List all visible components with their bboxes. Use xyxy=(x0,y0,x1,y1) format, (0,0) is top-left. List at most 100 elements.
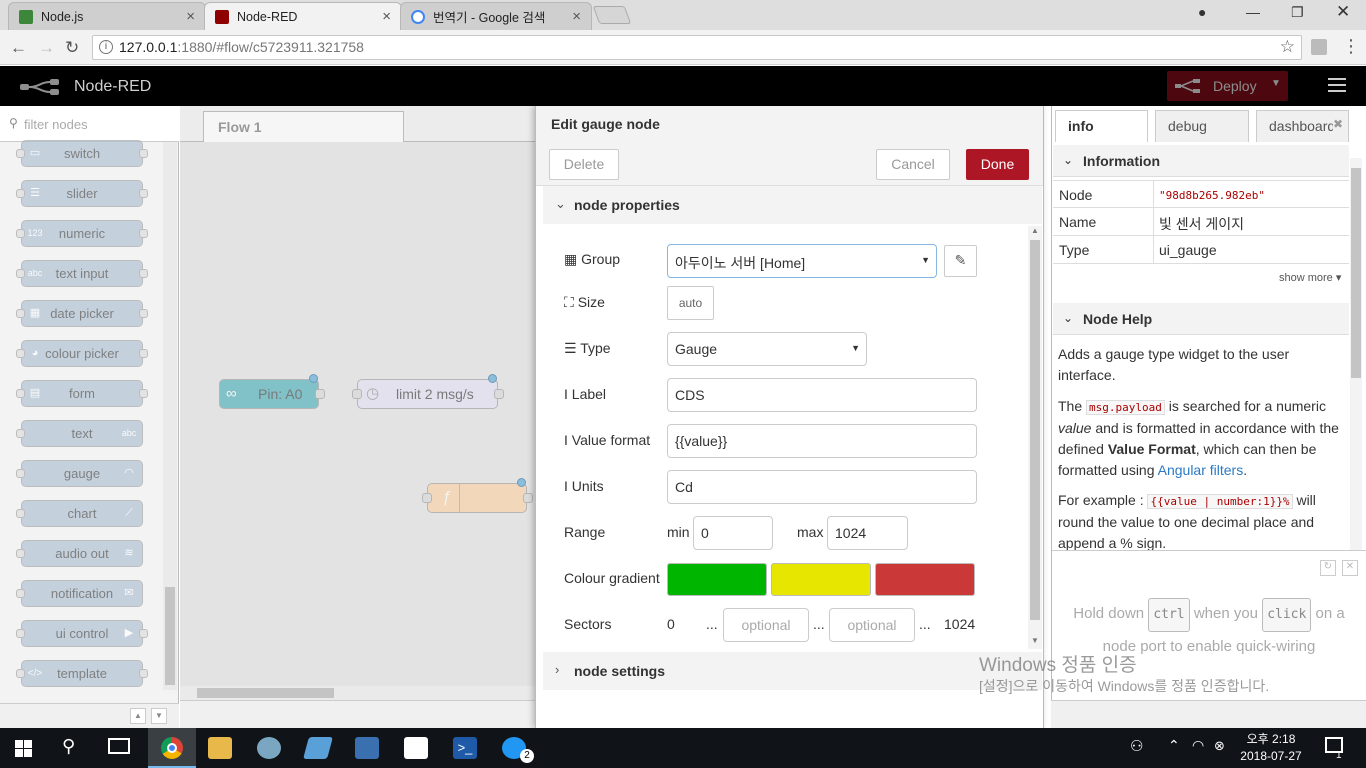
palette-node-text-input[interactable]: abc text input xyxy=(16,260,148,287)
palette-node-gauge[interactable]: gauge ◠ xyxy=(16,460,143,487)
main-menu-icon[interactable] xyxy=(1328,78,1346,92)
deploy-button[interactable]: Deploy ▼ xyxy=(1167,71,1288,101)
close-tab-icon[interactable]: ✖ xyxy=(1333,117,1344,131)
info-icon[interactable]: i xyxy=(99,40,113,54)
sidebar-scrollbar[interactable] xyxy=(1350,158,1362,550)
output-port[interactable] xyxy=(315,389,325,399)
show-more-link[interactable]: show more ▾ xyxy=(1279,271,1341,284)
palette-node-ui-control[interactable]: ui control ▶ xyxy=(16,620,148,647)
tab-debug[interactable]: debug xyxy=(1155,110,1249,142)
palette-node-date-picker[interactable]: ▦ date picker xyxy=(16,300,148,327)
palette-filter-input[interactable]: ⚲ filter nodes xyxy=(0,106,179,142)
palette-node-slider[interactable]: ☰ slider xyxy=(16,180,148,207)
scroll-up-icon[interactable]: ▲ xyxy=(1031,226,1039,235)
done-button[interactable]: Done xyxy=(966,149,1029,180)
edit-group-button[interactable]: ✎ xyxy=(944,245,977,277)
chrome-menu-icon[interactable]: ⋮ xyxy=(1342,36,1360,57)
units-input[interactable]: Cd xyxy=(667,470,977,504)
editor-scrollbar[interactable]: ▲ ▼ xyxy=(1028,226,1042,649)
type-select[interactable]: Gauge ▼ xyxy=(667,332,867,366)
task-view-icon[interactable] xyxy=(108,738,130,754)
palette-node-audio-out[interactable]: audio out ≋ xyxy=(16,540,143,567)
sector-2-input[interactable]: optional xyxy=(829,608,915,642)
node-help-header[interactable]: ⌄ Node Help xyxy=(1053,303,1349,335)
section-node-settings[interactable]: › node settings xyxy=(543,652,1042,690)
label-input[interactable]: CDS xyxy=(667,378,977,412)
scrollbar-thumb[interactable] xyxy=(165,587,175,685)
workspace-scrollbar[interactable] xyxy=(180,686,535,700)
scrollbar-thumb[interactable] xyxy=(1030,240,1040,620)
range-max-input[interactable]: 1024 xyxy=(827,516,908,550)
output-port[interactable] xyxy=(494,389,504,399)
notes-icon[interactable] xyxy=(404,737,428,759)
gradient-colour-1[interactable] xyxy=(667,563,767,596)
maximize-icon[interactable]: ❐ xyxy=(1291,4,1304,21)
output-port[interactable] xyxy=(523,493,533,503)
palette-node-notification[interactable]: notification ✉ xyxy=(16,580,143,607)
wifi-icon[interactable]: ◠ xyxy=(1192,737,1204,754)
palette-node-form[interactable]: ▤ form xyxy=(16,380,148,407)
input-port[interactable] xyxy=(422,493,432,503)
gradient-colour-3[interactable] xyxy=(875,563,975,596)
tab-flow-1[interactable]: Flow 1 xyxy=(203,111,404,142)
palette-scrollbar[interactable] xyxy=(163,142,177,690)
save-icon[interactable] xyxy=(355,737,379,759)
info-section-header[interactable]: ⌄ Information xyxy=(1053,145,1349,177)
palette-node-chart[interactable]: chart ⟋ xyxy=(16,500,143,527)
back-icon[interactable]: ← xyxy=(10,38,27,58)
expand-all-icon[interactable]: ▼ xyxy=(151,708,167,724)
browser-tab-nodejs[interactable]: Node.js × xyxy=(8,2,206,30)
bookmark-star-icon[interactable]: ☆ xyxy=(1280,37,1295,57)
chevron-up-icon[interactable]: ⌃ xyxy=(1168,737,1180,754)
powershell-icon[interactable]: >_ xyxy=(453,737,477,759)
scrollbar-thumb[interactable] xyxy=(1351,168,1361,378)
chrome-taskbar-button[interactable] xyxy=(148,728,196,768)
close-icon[interactable]: × xyxy=(382,8,391,25)
sector-1-input[interactable]: optional xyxy=(723,608,809,642)
new-tab-button[interactable] xyxy=(592,6,632,24)
search-icon[interactable]: ⚲ xyxy=(62,736,75,757)
tab-info[interactable]: info xyxy=(1055,110,1148,142)
window-close-icon[interactable]: ✕ xyxy=(1336,2,1350,22)
flow-node-function[interactable]: ƒ xyxy=(422,478,533,513)
close-icon[interactable]: × xyxy=(572,8,581,25)
angular-filters-link[interactable]: Angular filters xyxy=(1158,462,1244,478)
volume-muted-icon[interactable]: ⊗ xyxy=(1214,738,1225,754)
info-value[interactable]: "98d8b265.982eb" xyxy=(1159,189,1265,202)
profile-icon[interactable]: ● xyxy=(1198,4,1206,20)
flow-workspace[interactable] xyxy=(180,106,535,728)
deploy-dropdown-icon[interactable]: ▼ xyxy=(1271,78,1281,89)
minimize-icon[interactable]: — xyxy=(1246,4,1260,20)
close-icon[interactable]: × xyxy=(186,8,195,25)
url-bar[interactable]: i 127.0.0.1:1880/#flow/c5723911.321758 ☆ xyxy=(92,35,1302,60)
app-icon[interactable] xyxy=(257,737,281,759)
range-min-input[interactable]: 0 xyxy=(693,516,773,550)
windows-start-icon[interactable] xyxy=(15,740,32,757)
people-icon[interactable]: ⚇ xyxy=(1130,737,1143,755)
scrollbar-thumb[interactable] xyxy=(197,688,334,698)
value-format-input[interactable]: {{value}} xyxy=(667,424,977,458)
refresh-tip-icon[interactable]: ↻ xyxy=(1320,560,1336,576)
palette-node-numeric[interactable]: 123 numeric xyxy=(16,220,148,247)
scroll-down-icon[interactable]: ▼ xyxy=(1031,636,1039,645)
flow-node-limit[interactable]: ◷ limit 2 msg/s xyxy=(352,374,504,409)
palette-node-switch[interactable]: ▭ switch xyxy=(16,140,148,167)
file-explorer-icon[interactable] xyxy=(208,737,232,759)
cancel-button[interactable]: Cancel xyxy=(876,149,950,180)
close-tip-icon[interactable]: ✕ xyxy=(1342,560,1358,576)
reload-icon[interactable]: ↻ xyxy=(65,38,79,58)
palette-node-template[interactable]: </> template xyxy=(16,660,148,687)
size-button[interactable]: auto xyxy=(667,286,714,320)
forward-icon[interactable]: → xyxy=(38,38,55,58)
browser-tab-google[interactable]: 번역기 - Google 검색 × xyxy=(400,2,592,30)
palette-node-colour-picker[interactable]: ◕ colour picker xyxy=(16,340,148,367)
flow-node-pin-a0[interactable]: ∞ Pin: A0 xyxy=(219,374,325,409)
collapse-all-icon[interactable]: ▲ xyxy=(130,708,146,724)
gradient-colour-2[interactable] xyxy=(771,563,871,596)
extension-icon[interactable] xyxy=(1311,39,1327,55)
clock[interactable]: 오후 2:18 2018-07-27 xyxy=(1236,731,1306,765)
browser-tab-node-red[interactable]: Node-RED × xyxy=(204,2,402,30)
delete-button[interactable]: Delete xyxy=(549,149,619,180)
palette-node-text[interactable]: text abc xyxy=(16,420,143,447)
section-node-properties[interactable]: ⌄ node properties xyxy=(543,186,1042,224)
